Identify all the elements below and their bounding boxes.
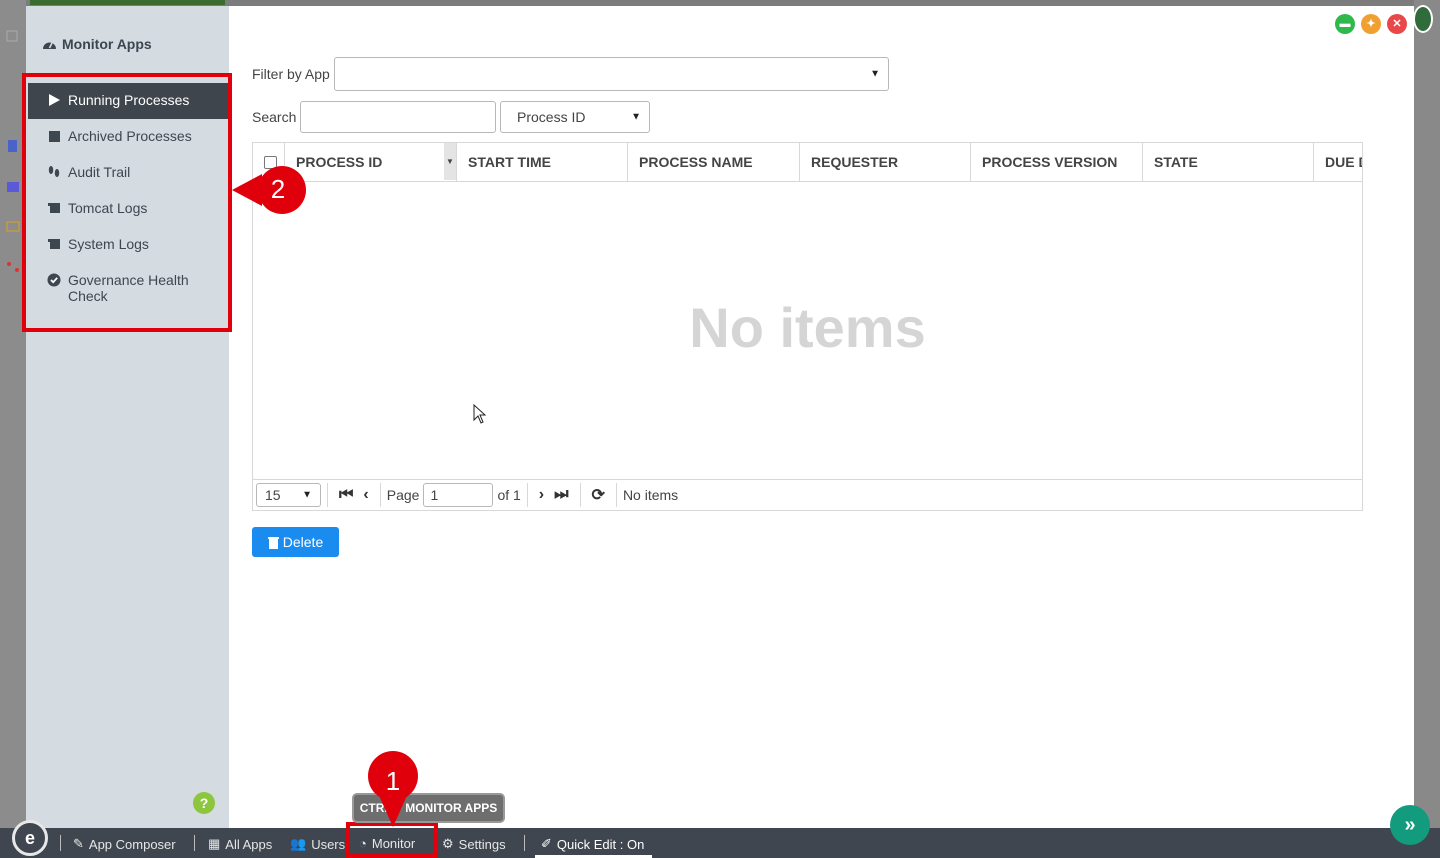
settings-button[interactable]: ⚙ Settings xyxy=(442,836,506,852)
table-icon xyxy=(7,182,19,192)
column-process-version[interactable]: PROCESS VERSION xyxy=(971,143,1143,181)
grid-header: PROCESS ID ▼ START TIME PROCESS NAME REQ… xyxy=(253,143,1362,182)
filter-label: Filter by App xyxy=(252,66,330,82)
chevron-down-icon: ▼ xyxy=(631,111,641,123)
background-right-panel xyxy=(1414,0,1440,828)
column-due-date[interactable]: DUE D xyxy=(1314,143,1362,181)
pager-divider xyxy=(379,483,381,507)
users-label: Users xyxy=(311,836,346,852)
main-panel: ▬ ✦ ✕ Filter by App ▼ Search Process ID … xyxy=(229,6,1414,828)
column-process-id[interactable]: PROCESS ID ▼ xyxy=(285,143,457,181)
sidebar-title: Monitor Apps xyxy=(42,36,152,52)
edit-icon xyxy=(6,30,18,42)
next-page-icon[interactable]: › xyxy=(539,486,544,504)
gears-icon: ⚙ xyxy=(442,836,454,851)
monitor-highlight-box xyxy=(346,822,438,858)
column-start-time[interactable]: START TIME xyxy=(457,143,628,181)
all-apps-label: All Apps xyxy=(225,836,273,852)
pager: 15 ▼ ⏮ ‹ Page 1 of 1 › ⏭ ⟳ No items xyxy=(253,479,1362,510)
background-topbar xyxy=(30,0,225,5)
message-icon xyxy=(6,221,20,232)
maximize-icon[interactable]: ▬ xyxy=(1335,14,1355,34)
flow-icon xyxy=(7,262,19,272)
all-apps-button[interactable]: ▦ All Apps xyxy=(208,836,272,852)
brush-icon: ✐ xyxy=(541,836,552,851)
toolbar-divider xyxy=(194,835,195,851)
document-icon xyxy=(8,140,17,152)
page-of-label: of 1 xyxy=(497,487,521,503)
pager-divider xyxy=(615,483,617,507)
page-size-value: 15 xyxy=(265,487,281,503)
app-composer-button[interactable]: ✎ App Composer xyxy=(73,836,176,852)
settings-label: Settings xyxy=(458,836,506,852)
filter-app-select[interactable]: ▼ xyxy=(334,57,889,91)
app-composer-label: App Composer xyxy=(88,836,176,852)
pager-divider xyxy=(526,483,528,507)
column-state[interactable]: STATE xyxy=(1143,143,1314,181)
users-icon: 👥 xyxy=(290,836,307,851)
edit-icon: ✎ xyxy=(73,836,84,851)
toolbar-divider xyxy=(524,835,525,851)
empty-message: No items xyxy=(689,296,926,359)
page-label: Page xyxy=(386,487,420,503)
pager-status: No items xyxy=(622,487,679,503)
process-grid: PROCESS ID ▼ START TIME PROCESS NAME REQ… xyxy=(252,142,1363,511)
sidebar-highlight-box xyxy=(22,73,232,332)
pin-icon[interactable]: ✦ xyxy=(1361,14,1381,34)
delete-label: Delete xyxy=(282,534,324,550)
column-process-name[interactable]: PROCESS NAME xyxy=(628,143,800,181)
chevron-down-icon: ▼ xyxy=(870,68,880,80)
page-number-input[interactable]: 1 xyxy=(423,483,494,507)
mouse-cursor-icon xyxy=(473,404,487,424)
help-icon[interactable]: ? xyxy=(193,792,215,814)
avatar[interactable] xyxy=(1413,5,1433,33)
trash-icon xyxy=(267,536,279,549)
search-field-value: Process ID xyxy=(517,109,586,125)
expand-icon[interactable]: » xyxy=(1390,805,1430,845)
search-label: Search xyxy=(252,109,297,125)
close-icon[interactable]: ✕ xyxy=(1387,14,1407,34)
search-field-select[interactable]: Process ID ▼ xyxy=(500,101,650,133)
column-label: DUE D xyxy=(1325,154,1362,170)
sort-down-icon[interactable]: ▼ xyxy=(444,143,456,180)
monitor-apps-modal: Monitor Apps Running Processes Archived … xyxy=(26,6,1414,828)
chevron-down-icon: ▼ xyxy=(302,489,312,501)
users-button[interactable]: 👥 Users xyxy=(290,836,345,852)
annotation-badge-2: 2 xyxy=(270,174,286,204)
page-size-select[interactable]: 15 ▼ xyxy=(256,483,321,507)
column-label: REQUESTER xyxy=(811,154,899,170)
dashboard-icon xyxy=(43,42,56,49)
prev-page-icon[interactable]: ‹ xyxy=(363,486,368,504)
column-label: START TIME xyxy=(468,154,551,170)
refresh-icon[interactable]: ⟳ xyxy=(592,485,605,505)
first-page-icon[interactable]: ⏮ xyxy=(339,486,353,504)
column-label: STATE xyxy=(1154,154,1198,170)
toolbar-divider xyxy=(60,835,61,851)
pager-divider xyxy=(579,483,581,507)
delete-button[interactable]: Delete xyxy=(252,527,339,557)
quick-edit-toggle[interactable]: ✐ Quick Edit : On xyxy=(541,836,644,852)
column-label: PROCESS VERSION xyxy=(982,154,1118,170)
quick-edit-label: Quick Edit : On xyxy=(556,836,645,852)
annotation-badge-1: 1 xyxy=(385,766,401,796)
sidebar-title-text: Monitor Apps xyxy=(62,36,152,52)
joget-logo-icon[interactable]: e xyxy=(12,820,48,856)
page-number-value: 1 xyxy=(430,487,439,503)
pager-divider xyxy=(327,483,328,507)
column-label: PROCESS NAME xyxy=(639,154,753,170)
grid-icon: ▦ xyxy=(208,836,221,851)
column-requester[interactable]: REQUESTER xyxy=(800,143,971,181)
search-input[interactable] xyxy=(300,101,496,133)
last-page-icon[interactable]: ⏭ xyxy=(554,486,568,504)
